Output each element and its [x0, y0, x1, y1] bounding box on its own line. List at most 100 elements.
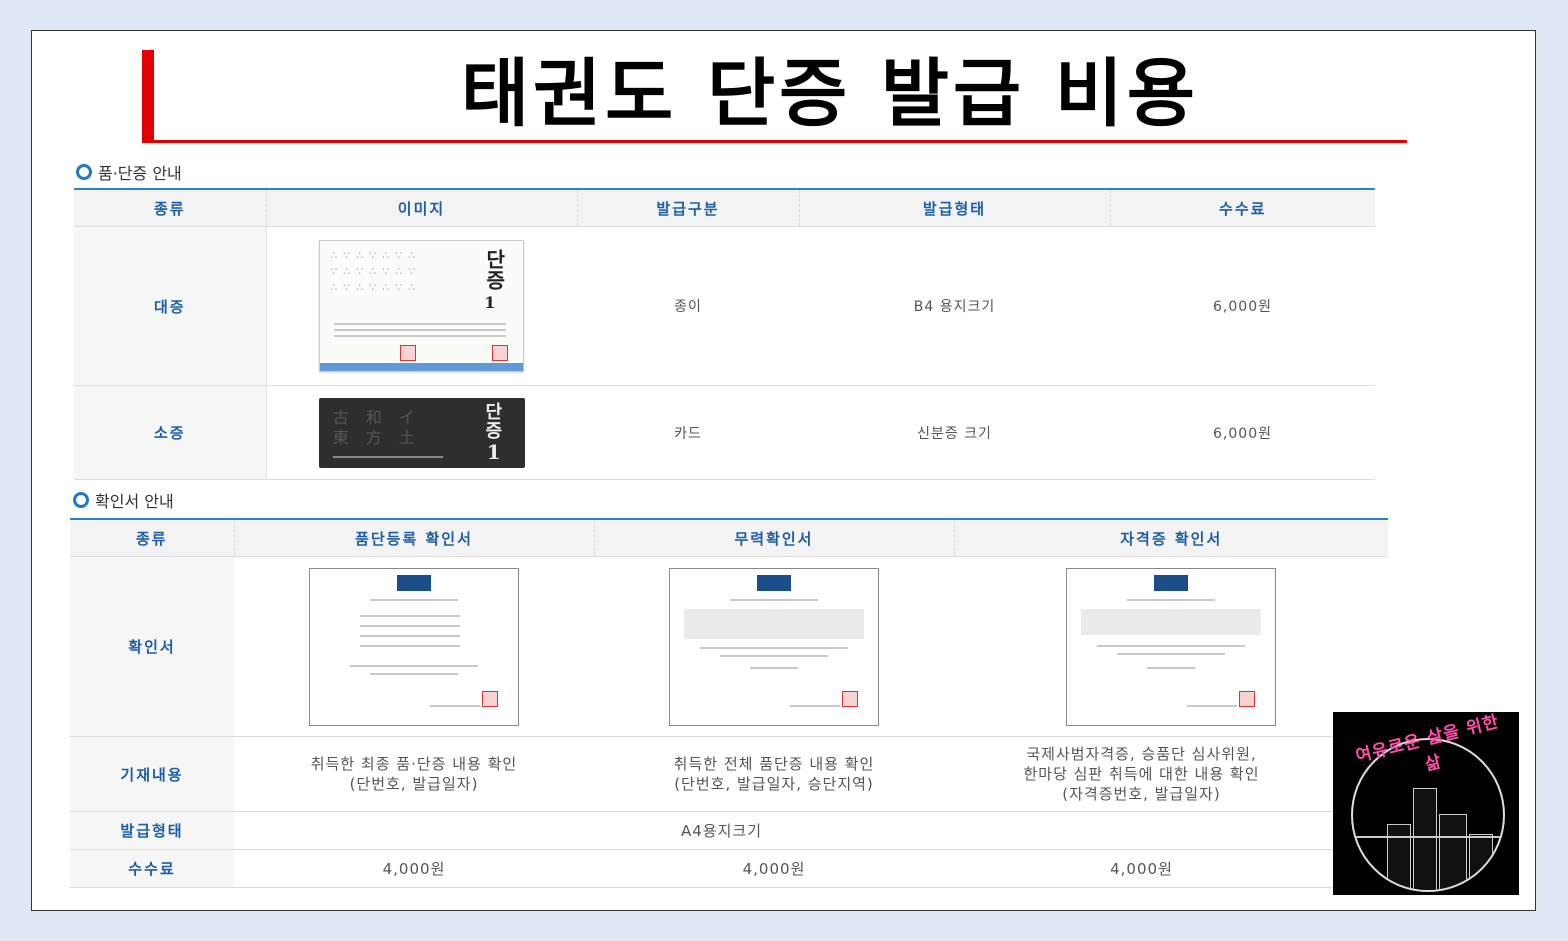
calligraphy-decoration: ∵∴∵∴∵∴∵	[330, 265, 422, 278]
row-label: 발급형태	[70, 811, 234, 850]
text-line	[360, 634, 460, 637]
content-line: 취득한 최종 품·단증 내용 확인	[310, 755, 518, 773]
text-line	[430, 704, 480, 707]
content-cell: 취득한 최종 품·단증 내용 확인 (단번호, 발급일자)	[234, 736, 594, 812]
table-row: 발급형태 A4용지크기	[70, 811, 1388, 850]
fee: 6,000원	[1110, 226, 1375, 386]
content-cell: 취득한 전체 품단증 내용 확인 (단번호, 발급일자, 승단지역)	[594, 736, 954, 812]
record-table	[1081, 608, 1261, 635]
text-line	[360, 614, 460, 617]
section-heading-label: 확인서 안내	[95, 492, 174, 511]
content-line: (단번호, 발급일자)	[349, 775, 479, 793]
text-line	[700, 646, 848, 649]
calligraphy-decoration: ∴∵∴∵∴∵∴	[330, 249, 422, 262]
section-heading-label: 품·단증 안내	[98, 164, 182, 183]
issue-form: B4 용지크기	[799, 226, 1110, 386]
image-cell	[954, 556, 1388, 737]
calligraphy-decoration: 東 方 土	[332, 427, 421, 447]
fee: 4,000원	[954, 849, 1388, 888]
seal-stamp	[842, 690, 858, 707]
content-cell: 국제사범자격증, 승품단 심사위원, 한마당 심판 취득에 대한 내용 확인 (…	[954, 736, 1388, 812]
text-line	[360, 644, 460, 647]
dan-label: 단증	[482, 249, 507, 291]
building-illustration	[1387, 824, 1411, 890]
table-row: 확인서	[70, 556, 1388, 737]
table-row: 수수료 4,000원 4,000원 4,000원	[70, 849, 1388, 888]
issue-kind: 카드	[577, 385, 799, 480]
kukkiwon-logo	[757, 574, 791, 591]
border-strip	[320, 363, 524, 371]
header-issue-form: 발급형태	[798, 188, 1110, 227]
row-label: 수수료	[70, 849, 234, 888]
image-cell: ∴∵∴∵∴∵∴ ∵∴∵∴∵∴∵ ∴∵∴∵∴∵∴ 단증 1	[265, 226, 577, 386]
image-cell	[234, 556, 594, 737]
header-type: 종류	[74, 188, 266, 227]
header-qualification: 자격증 확인서	[953, 518, 1388, 557]
dan-number: 1	[486, 439, 502, 464]
page-title: 태권도 단증 발급 비용	[460, 51, 1199, 137]
text-line	[1097, 644, 1245, 647]
text-line	[350, 664, 478, 667]
header-image: 이미지	[265, 188, 577, 227]
table-header-row: 종류 이미지 발급구분 발급형태 수수료	[74, 188, 1375, 227]
row-type: 소증	[74, 385, 266, 480]
card-certificate-image: 古 和 イ 東 方 土 단증 1	[318, 397, 525, 468]
section-heading-confirmation: 확인서 안내	[73, 488, 174, 512]
text-line	[332, 455, 443, 458]
content-line: 국제사범자격증, 승품단 심사위원,	[1026, 745, 1257, 763]
text-line	[334, 335, 507, 337]
seal-stamp	[492, 345, 509, 361]
qualification-document-image	[1066, 567, 1276, 726]
dan-label: 단증	[481, 401, 503, 440]
text-line	[1127, 598, 1215, 601]
table-header-row: 종류 품단등록 확인서 무력확인서 자격증 확인서	[70, 518, 1388, 557]
title-accent-bar	[142, 50, 154, 143]
section-heading-rank-certificate: 품·단증 안내	[76, 160, 182, 184]
text-line	[720, 654, 828, 657]
bullet-ring-icon	[76, 164, 92, 180]
rank-certificate-table: 종류 이미지 발급구분 발급형태 수수료 대증 ∴∵∴∵∴∵∴ ∵∴∵∴∵∴∵ …	[74, 188, 1375, 480]
paper-certificate-image: ∴∵∴∵∴∵∴ ∵∴∵∴∵∴∵ ∴∵∴∵∴∵∴ 단증 1	[319, 240, 525, 372]
issue-kind: 종이	[577, 226, 799, 386]
kukkiwon-logo	[1154, 574, 1188, 591]
text-line	[1147, 666, 1195, 669]
kukkiwon-logo	[397, 574, 431, 591]
content-line: (자격증번호, 발급일자)	[1062, 785, 1221, 803]
fee: 4,000원	[234, 849, 594, 888]
issue-form: 신분증 크기	[799, 385, 1110, 480]
issue-form: A4용지크기	[234, 811, 1388, 850]
calligraphy-decoration: ∴∵∴∵∴∵∴	[330, 281, 422, 294]
fee: 4,000원	[594, 849, 954, 888]
text-line	[730, 598, 818, 601]
header-martial-record: 무력확인서	[593, 518, 954, 557]
seal-stamp	[400, 345, 417, 361]
table-row: 기재내용 취득한 최종 품·단증 내용 확인 (단번호, 발급일자) 취득한 전…	[70, 736, 1388, 812]
row-type: 대증	[74, 226, 266, 386]
building-illustration	[1469, 834, 1493, 890]
text-line	[750, 666, 798, 669]
text-line	[360, 624, 460, 627]
text-line	[334, 329, 507, 331]
text-line	[370, 598, 458, 601]
text-line	[1187, 704, 1237, 707]
header-issue-kind: 발급구분	[576, 188, 799, 227]
bullet-ring-icon	[73, 492, 89, 508]
content-line: 취득한 전체 품단증 내용 확인	[673, 755, 875, 773]
fee: 6,000원	[1110, 385, 1375, 480]
building-illustration	[1413, 788, 1437, 890]
text-line	[334, 323, 507, 325]
header-type: 종류	[70, 518, 234, 557]
content-line: 한마당 심판 취득에 대한 내용 확인	[1023, 765, 1260, 783]
martial-record-document-image	[669, 567, 879, 726]
seal-stamp	[1239, 690, 1255, 707]
record-table	[684, 608, 864, 639]
header-fee: 수수료	[1109, 188, 1375, 227]
seal-stamp	[482, 690, 498, 707]
image-cell: 古 和 イ 東 方 土 단증 1	[265, 385, 577, 480]
bridge-line	[1353, 836, 1503, 838]
header-rank-registration: 품단등록 확인서	[233, 518, 594, 557]
rank-registration-document-image	[309, 567, 519, 726]
image-cell	[594, 556, 954, 737]
row-label: 확인서	[70, 556, 234, 737]
building-illustration	[1439, 814, 1467, 890]
